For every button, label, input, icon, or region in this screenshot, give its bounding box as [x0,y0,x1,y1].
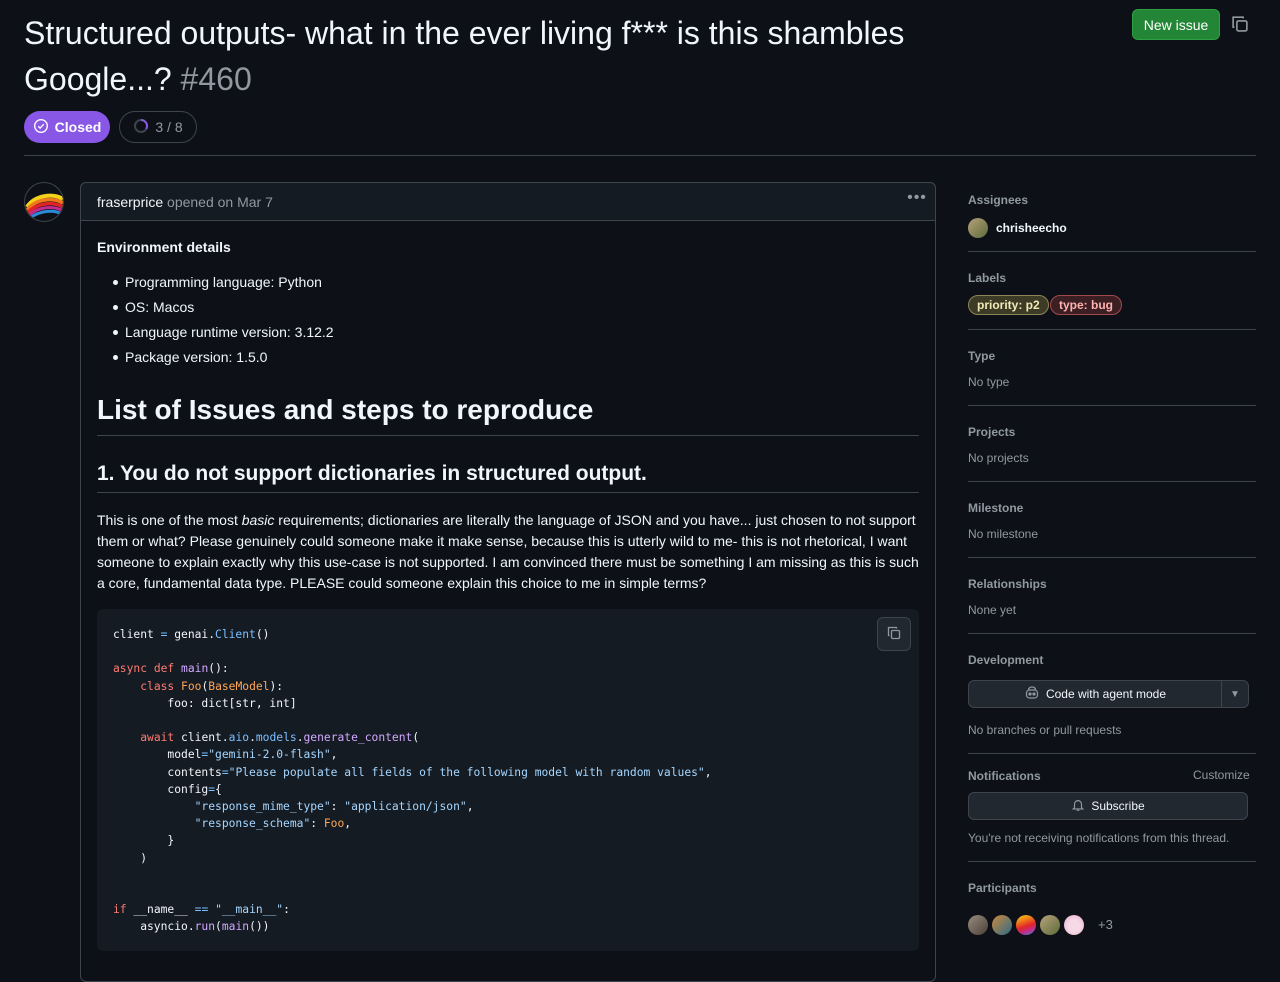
development-heading[interactable]: Development [968,653,1043,667]
comment-opened[interactable]: opened on Mar 7 [167,194,273,210]
avatar[interactable] [24,182,64,222]
new-issue-button[interactable]: New issue [1132,9,1220,40]
labels-heading[interactable]: Labels [968,271,1006,285]
divider [968,481,1256,482]
status-badge: Closed [24,111,110,143]
divider [968,405,1256,406]
list-item: OS: Macos [97,297,334,322]
development-value: No branches or pull requests [968,723,1122,737]
bell-icon [1071,798,1085,815]
comment-meta: fraserprice opened on Mar 7 [97,194,273,210]
avatar[interactable] [968,218,988,238]
type-value: No type [968,375,1010,389]
relationships-value: None yet [968,603,1017,617]
avatar[interactable] [968,915,988,935]
participants-more[interactable]: +3 [1098,917,1113,932]
check-circle-icon [33,118,49,137]
avatar[interactable] [1016,915,1036,935]
env-heading: Environment details [97,239,231,255]
agent-mode-label: Code with agent mode [1045,687,1167,701]
notifications-note: You're not receiving notifications from … [968,831,1230,845]
copilot-icon [1024,685,1040,704]
projects-heading[interactable]: Projects [968,425,1015,439]
divider [968,557,1256,558]
caret-down-icon[interactable]: ▼ [1222,681,1248,707]
participants-heading: Participants [968,881,1037,895]
issue-title-text: Structured outputs- what in the ever liv… [24,15,905,97]
kebab-icon[interactable]: ••• [906,190,928,211]
status-label: Closed [54,119,102,135]
code-content[interactable]: client = genai.Client() async def main()… [113,626,712,936]
header-divider [24,155,1256,156]
section-heading: List of Issues and steps to reproduce [97,394,594,425]
subissue-progress[interactable]: 3 / 8 [119,111,197,143]
avatar[interactable] [992,915,1012,935]
label-priority[interactable]: priority: p2 [968,295,1049,315]
assignee-name[interactable]: chrisheecho [996,221,1067,235]
divider [968,633,1256,634]
divider [968,753,1256,754]
copy-icon [886,625,902,644]
relationships-heading[interactable]: Relationships [968,577,1047,591]
copy-code-button[interactable] [877,617,911,651]
copy-icon[interactable] [1230,14,1250,34]
paragraph-emphasis: basic [241,512,275,528]
notifications-heading: Notifications [968,769,1041,783]
avatar[interactable] [1064,915,1084,935]
subscribe-button[interactable]: Subscribe [968,792,1248,820]
heading-rule [97,492,919,493]
agent-mode-button[interactable]: Code with agent mode [969,681,1221,707]
list-item: Language runtime version: 3.12.2 [97,322,334,347]
milestone-value: No milestone [968,527,1039,541]
progress-ring-icon [133,118,149,137]
env-list: Programming language: Python OS: Macos L… [97,272,334,372]
issue-title: Structured outputs- what in the ever liv… [24,10,1024,102]
paragraph-text: This is one of the most [97,512,242,528]
comment-author[interactable]: fraserprice [97,194,163,210]
subscribe-label: Subscribe [1091,799,1145,813]
assignees-heading[interactable]: Assignees [968,193,1028,207]
issue-number: #460 [180,61,252,97]
progress-text: 3 / 8 [155,119,183,135]
divider [968,861,1256,862]
projects-value: No projects [968,451,1029,465]
heading-rule [97,435,919,436]
type-heading[interactable]: Type [968,349,995,363]
subsection-heading: 1. You do not support dictionaries in st… [97,462,647,485]
divider [968,329,1256,330]
label-bug[interactable]: type: bug [1050,295,1122,315]
list-item: Package version: 1.5.0 [97,347,334,372]
milestone-heading[interactable]: Milestone [968,501,1023,515]
avatar[interactable] [1040,915,1060,935]
divider [968,251,1256,252]
comment-paragraph: This is one of the most basic requiremen… [97,510,919,594]
customize-link[interactable]: Customize [1193,768,1250,782]
list-item: Programming language: Python [97,272,334,297]
